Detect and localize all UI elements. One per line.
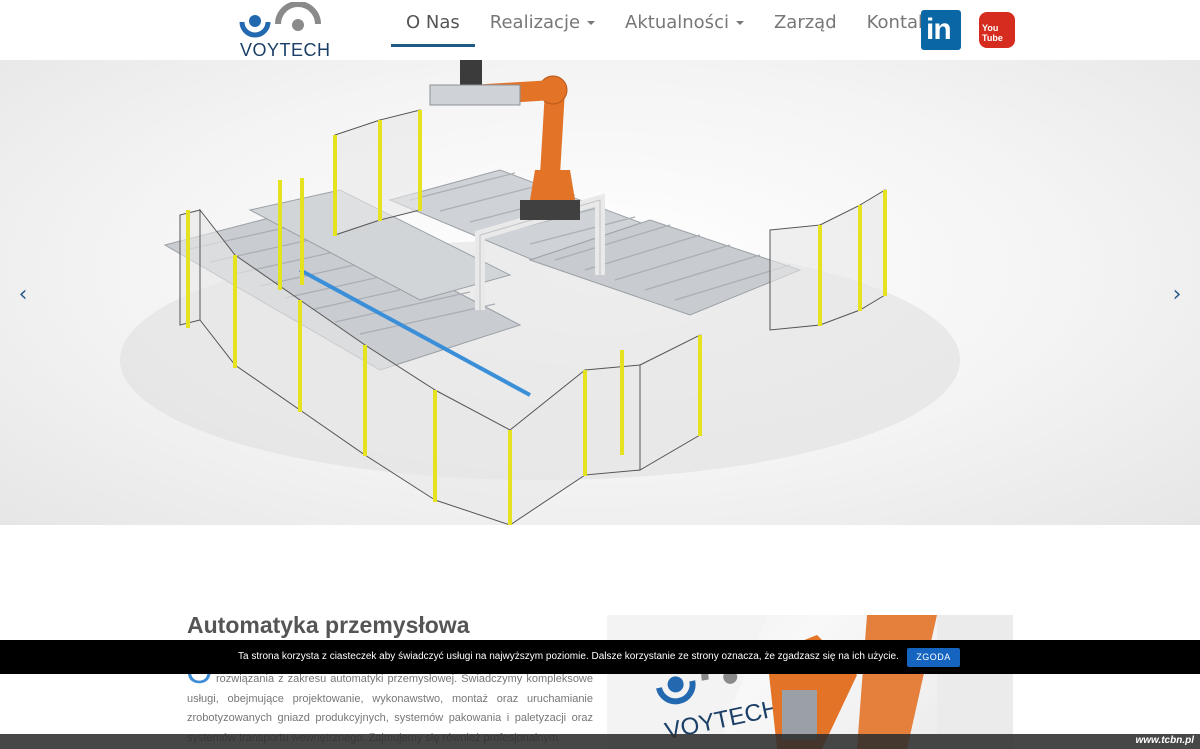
linkedin-icon[interactable]: in [921,10,961,50]
nav-item-zarzad[interactable]: Zarząd [759,0,852,48]
company-robot-image: VOYTECH [607,615,1013,749]
watermark-text: www.tcbn.pl [1135,735,1194,746]
nav-item-realizacje[interactable]: Realizacje [475,0,610,48]
hero-slider: ‹ › [0,60,1200,525]
bottom-overlay-strip: www.tcbn.pl [0,734,1200,749]
nav-item-o-nas[interactable]: O Nas [391,0,475,47]
logo-mark-icon [239,1,321,38]
nav-label: O Nas [406,12,460,33]
linkedin-label: in [926,13,952,46]
caret-down-icon [587,21,596,25]
nav-item-aktualnosci[interactable]: Aktualności [610,0,759,48]
robotic-palletizing-cell-illustration [120,60,960,525]
slider-next-chevron-right-icon[interactable]: › [1165,280,1189,310]
robot-with-logo-illustration: VOYTECH [607,615,1013,749]
logo-text: VOYTECH [240,40,331,60]
slider-prev-chevron-left-icon[interactable]: ‹ [11,280,35,310]
nav-label: Aktualności [625,12,729,33]
cookie-consent-bar: Ta strona korzysta z ciasteczek aby świa… [0,640,1200,674]
cookie-message: Ta strona korzysta z ciasteczek aby świa… [238,651,899,662]
nav-label: Realizacje [489,12,581,33]
intro-paragraph-text: rozwiązania z zakresu automatyki przemys… [187,673,593,744]
main-nav: O Nas Realizacje Aktualności Zarząd Kont… [391,0,951,60]
site-header: VOYTECH O Nas Realizacje Aktualności Zar… [0,0,1200,60]
page: VOYTECH O Nas Realizacje Aktualności Zar… [0,0,1200,749]
cookie-accept-button[interactable]: ZGODA [907,648,960,667]
nav-label: Zarząd [773,12,837,33]
youtube-icon[interactable]: You Tube [979,12,1015,48]
caret-down-icon [735,21,744,25]
section-title: Automatyka przemysłowa [187,612,470,638]
youtube-label: You Tube [982,23,1003,43]
voytech-logo[interactable]: VOYTECH [238,1,330,60]
